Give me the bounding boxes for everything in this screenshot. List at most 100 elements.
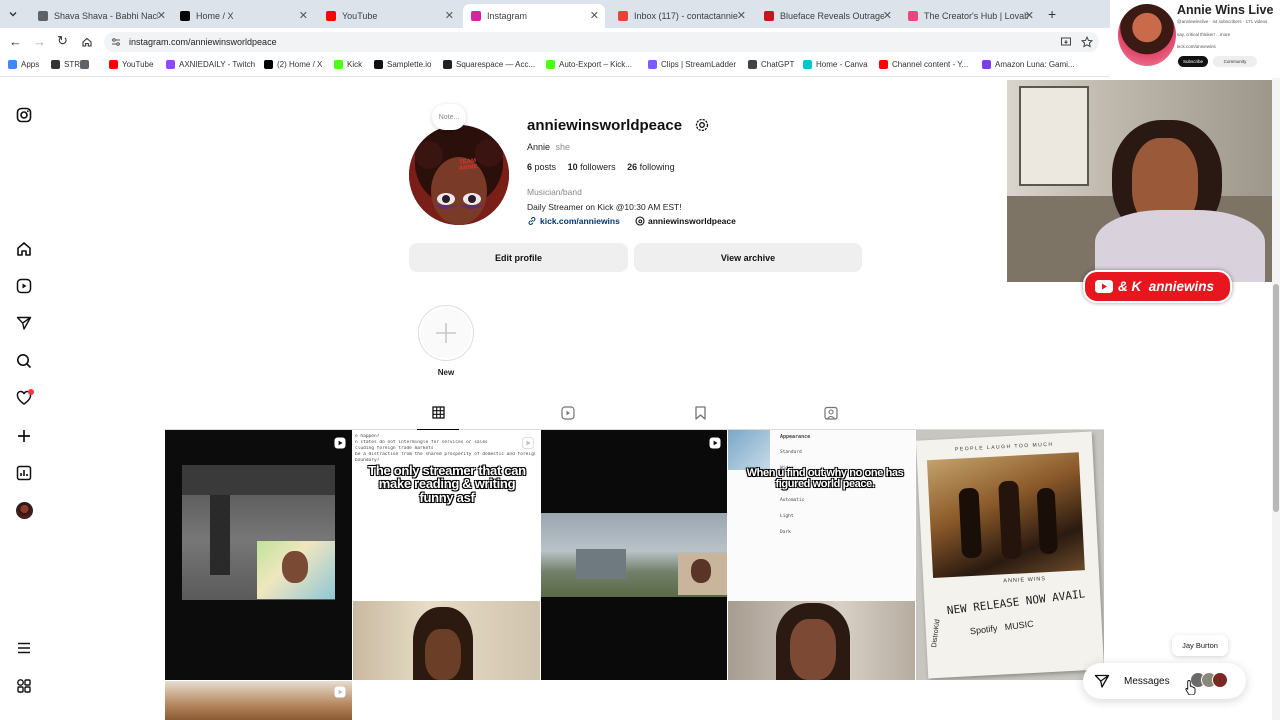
tab-saved[interactable]	[694, 406, 707, 425]
edit-profile-button[interactable]: Edit profile	[409, 243, 628, 272]
bookmark-item[interactable]: Amazon Luna: Gami...	[982, 60, 1075, 69]
nav-reels[interactable]	[14, 276, 34, 296]
bookmark-favicon-icon	[803, 60, 812, 69]
followers-count: 10	[567, 162, 578, 172]
tab-close-button[interactable]: ✕	[157, 9, 166, 22]
bookmark-item[interactable]: ChatGPT	[748, 60, 794, 69]
following-stat[interactable]: 26 following	[627, 162, 675, 172]
post-thumbnail-2[interactable]: e happen? n states do not intermingle for…	[353, 430, 540, 680]
plus-icon	[18, 430, 30, 442]
messages-button[interactable]: Messages	[1083, 663, 1246, 699]
bookmark-item[interactable]: Samplette.io	[374, 60, 431, 69]
posts-stat: 6 posts	[527, 162, 556, 172]
nav-profile[interactable]	[14, 500, 34, 520]
nav-home[interactable]	[14, 239, 34, 259]
page-scrollbar-thumb[interactable]	[1273, 284, 1279, 512]
instagram-icon	[16, 107, 32, 123]
tab-posts[interactable]	[417, 399, 459, 430]
profile-category: Musician/band	[527, 187, 582, 197]
profile-avatar[interactable]: TEAM ANNIE	[409, 125, 509, 225]
tab-close-button[interactable]: ✕	[299, 9, 308, 22]
install-app-icon[interactable]	[1060, 36, 1072, 48]
forward-button[interactable]: →	[33, 34, 46, 49]
messages-tooltip: Jay Burton	[1172, 635, 1228, 656]
document-line: be a distraction from the shared prosper…	[355, 452, 535, 457]
bookmark-item[interactable]: (2) Home / X	[264, 60, 322, 69]
subscribe-button[interactable]: Subscribe	[1178, 56, 1208, 67]
bookmark-item[interactable]: Auto-Export – Kick...	[546, 60, 632, 69]
bookmark-label: Samplette.io	[387, 60, 432, 69]
nav-search[interactable]	[14, 351, 34, 371]
reel-badge-icon	[709, 437, 721, 449]
browser-tab[interactable]: The Creator's Hub | Lovable ✕	[900, 4, 1040, 28]
browser-tab[interactable]: Instagram ✕	[463, 4, 605, 28]
post-thumbnail-6[interactable]	[165, 681, 352, 720]
new-highlight-button[interactable]	[418, 305, 474, 361]
back-button[interactable]: ←	[9, 34, 22, 49]
nav-notifications[interactable]	[14, 388, 34, 408]
tab-favicon-icon	[326, 11, 336, 21]
reload-button[interactable]: ↻	[57, 33, 68, 49]
bookmark-item[interactable]: STR	[51, 60, 80, 69]
tab-reels[interactable]	[561, 406, 575, 425]
bookmark-item[interactable]: Home - Canva	[803, 60, 868, 69]
post-thumbnail-3[interactable]	[541, 430, 727, 680]
bookmark-item[interactable]: AXNIEDAILY - Twitch	[166, 60, 255, 69]
browser-tab[interactable]: Inbox (117) - contactanniew ✕	[610, 4, 752, 28]
bookmark-label: STR	[64, 60, 80, 69]
bookmark-item[interactable]: YouTube	[109, 60, 153, 69]
bookmark-item[interactable]: Channel content - Y...	[879, 60, 968, 69]
post-thumbnail-1[interactable]	[165, 430, 352, 680]
bookmark-item[interactable]: Clips | StreamLadder	[648, 60, 736, 69]
reel-badge-icon	[522, 437, 534, 449]
posts-label: posts	[534, 162, 557, 172]
nav-dashboard[interactable]	[14, 463, 34, 483]
view-archive-button[interactable]: View archive	[634, 243, 862, 272]
bookmark-item[interactable]: Squarespace — Acc...	[443, 60, 535, 69]
site-info-icon[interactable]	[111, 37, 121, 47]
settings-option: Standard	[780, 450, 802, 455]
bookmark-item[interactable]: Apps	[8, 60, 39, 69]
tab-favicon-icon	[471, 11, 481, 21]
tab-close-button[interactable]: ✕	[1025, 9, 1034, 22]
home-button[interactable]	[81, 35, 93, 53]
post-4-screenshot: Appearance Standard Wider Color Automatic Lig…	[728, 430, 915, 601]
post-2-document: e happen? n states do not intermingle for…	[355, 434, 535, 464]
bookmark-favicon-icon	[982, 60, 991, 69]
instagram-logo[interactable]	[14, 105, 34, 125]
browser-tab[interactable]: Home / X ✕	[172, 4, 314, 28]
browser-tab[interactable]: Shava Shava - Babhi Nachie ✕	[30, 4, 172, 28]
menu-icon	[18, 642, 30, 654]
post-thumbnail-5[interactable]: PEOPLE LAUGH TOO MUCH ANNIE WINS NEW REL…	[916, 430, 1104, 680]
tab-close-button[interactable]: ✕	[445, 9, 454, 22]
nav-also-from-meta[interactable]	[14, 676, 34, 696]
bookmark-item[interactable]	[80, 60, 93, 69]
followers-stat[interactable]: 10 followers	[568, 162, 616, 172]
bookmark-label: Auto-Export – Kick...	[559, 60, 632, 69]
grid-icon	[431, 406, 445, 419]
new-tab-button[interactable]: +	[1048, 6, 1056, 22]
browser-tab[interactable]: YouTube ✕	[318, 4, 460, 28]
tab-close-button[interactable]: ✕	[590, 9, 599, 22]
profile-name: Annie	[527, 142, 551, 152]
note-bubble[interactable]: Note...	[432, 104, 466, 130]
following-label: following	[639, 162, 675, 172]
browser-tab[interactable]: Blueface Reveals Outrageou ✕	[756, 4, 898, 28]
bookmark-star-icon[interactable]	[1081, 36, 1093, 48]
settings-button[interactable]	[694, 117, 710, 138]
tab-close-button[interactable]: ✕	[883, 9, 892, 22]
threads-badge[interactable]: anniewinsworldpeace	[635, 216, 736, 226]
post-thumbnail-4[interactable]: Appearance Standard Wider Color Automatic Lig…	[728, 430, 915, 680]
address-bar[interactable]: instagram.com/anniewinsworldpeace	[104, 32, 1099, 52]
tab-tagged[interactable]	[824, 406, 838, 425]
bookmark-item[interactable]: Kick	[334, 60, 362, 69]
nav-create[interactable]	[14, 426, 34, 446]
chevron-down-icon	[9, 12, 17, 17]
profile-username: anniewinsworldpeace	[527, 117, 683, 134]
community-button[interactable]: Community	[1213, 56, 1257, 67]
nav-more[interactable]	[14, 638, 34, 658]
nav-direct[interactable]	[14, 313, 34, 333]
tab-search-button[interactable]	[5, 6, 21, 22]
tab-close-button[interactable]: ✕	[737, 9, 746, 22]
profile-link[interactable]: kick.com/anniewins	[527, 216, 620, 226]
